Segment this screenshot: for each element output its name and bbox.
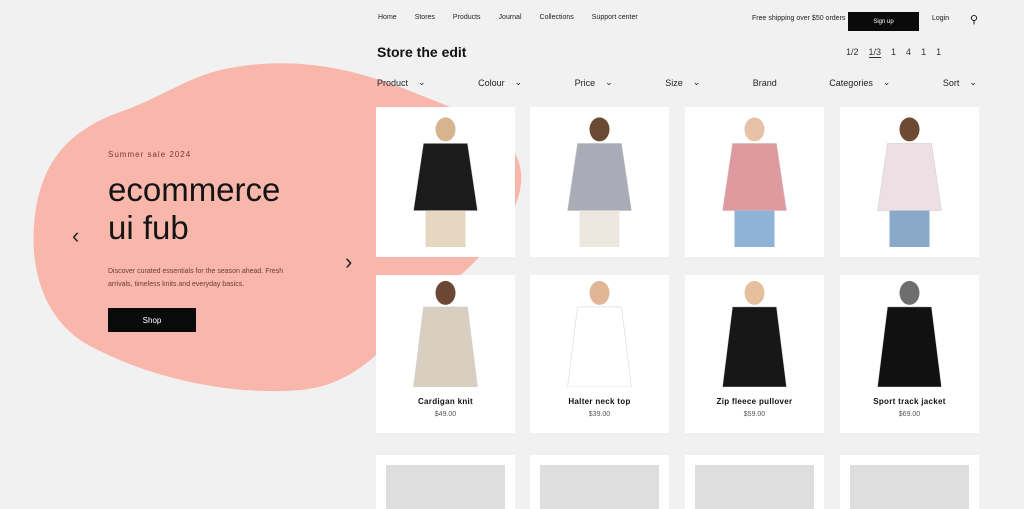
product-card[interactable]: [530, 455, 669, 509]
view-toolbar: 1/2 1/3 1 4 1 1: [846, 47, 941, 58]
product-card[interactable]: [376, 107, 515, 257]
chevron-down-icon: ⌄: [692, 77, 701, 87]
nav-link-journal[interactable]: Journal: [499, 14, 522, 21]
product-price: $49.00: [434, 411, 457, 418]
product-card[interactable]: [840, 107, 979, 257]
hero-title-line1: ecommerce: [108, 171, 281, 208]
nav-link-home[interactable]: Home: [378, 14, 397, 21]
product-price: $69.00: [898, 411, 921, 418]
product-image[interactable]: [695, 465, 814, 509]
product-image[interactable]: [376, 275, 515, 388]
nav-link-stores[interactable]: Stores: [415, 14, 435, 21]
shop-button[interactable]: Shop: [108, 308, 196, 332]
product-card[interactable]: [530, 107, 669, 257]
chevron-down-icon: ⌄: [605, 77, 613, 87]
product-card[interactable]: Cardigan knit $49.00: [376, 275, 515, 433]
hero-description: Discover curated essentials for the seas…: [108, 268, 284, 288]
product-image[interactable]: [840, 275, 979, 388]
login-link[interactable]: Login: [932, 15, 949, 22]
toolbar-item-2[interactable]: 1/3: [868, 47, 882, 58]
product-name[interactable]: Cardigan knit: [376, 397, 515, 406]
hero-title-line2: ui fub: [108, 209, 189, 246]
chevron-down-icon: ⌄: [882, 77, 891, 87]
product-card[interactable]: [840, 455, 979, 509]
filter-label: Price: [574, 77, 596, 88]
filter-categories[interactable]: Categories ⌄: [829, 77, 890, 88]
filter-sort[interactable]: Sort ⌄: [943, 77, 977, 88]
toolbar-item-1[interactable]: 1/2: [846, 47, 859, 58]
filter-label: Product: [377, 77, 409, 88]
product-card[interactable]: [685, 455, 824, 509]
product-name[interactable]: Sport track jacket: [840, 397, 979, 406]
filter-size[interactable]: Size ⌄: [665, 77, 700, 88]
product-image[interactable]: [530, 107, 669, 247]
product-card[interactable]: Sport track jacket $69.00: [840, 275, 979, 433]
chevron-down-icon: ⌄: [514, 77, 523, 87]
filter-product[interactable]: Product ⌄: [377, 77, 426, 88]
product-image[interactable]: [540, 465, 659, 509]
product-image[interactable]: [376, 107, 515, 247]
signup-button[interactable]: Sign up: [848, 12, 919, 31]
carousel-next-icon[interactable]: ›: [345, 251, 352, 273]
filter-brand[interactable]: Brand: [753, 77, 777, 88]
nav-link-products[interactable]: Products: [453, 14, 481, 21]
toolbar-item-3[interactable]: 1: [891, 47, 896, 58]
product-card[interactable]: [685, 107, 824, 257]
product-card[interactable]: Halter neck top $39.00: [530, 275, 669, 433]
top-nav: Home Stores Products Journal Collections…: [378, 14, 638, 21]
filter-label: Size: [665, 77, 683, 88]
carousel-prev-icon[interactable]: ‹: [72, 225, 79, 247]
filter-label: Brand: [752, 77, 777, 88]
filter-label: Sort: [942, 77, 960, 88]
product-price: $59.00: [743, 411, 766, 418]
product-image[interactable]: [685, 107, 824, 247]
filter-colour[interactable]: Colour ⌄: [478, 77, 522, 88]
product-price: $39.00: [588, 411, 611, 418]
product-card[interactable]: [376, 455, 515, 509]
nav-link-collections[interactable]: Collections: [540, 14, 574, 21]
product-image[interactable]: [685, 275, 824, 388]
filter-bar: Product ⌄ Colour ⌄ Price ⌄ Size ⌄ Brand Cate…: [377, 77, 977, 88]
hero-section: Summer sale 2024 ecommerce ui fub Discov…: [108, 150, 348, 332]
promo-text: Free shipping over $50 orders: [752, 15, 846, 22]
product-image[interactable]: [850, 465, 969, 509]
filter-price[interactable]: Price ⌄: [575, 77, 613, 88]
product-card[interactable]: Zip fleece pullover $59.00: [685, 275, 824, 433]
toolbar-item-5[interactable]: 1: [921, 47, 926, 58]
hero-kicker: Summer sale 2024: [108, 150, 192, 159]
product-name[interactable]: Halter neck top: [530, 397, 669, 406]
toolbar-item-6[interactable]: 1: [936, 47, 941, 58]
product-image[interactable]: [530, 275, 669, 388]
search-icon[interactable]: ⚲: [970, 13, 978, 26]
product-image[interactable]: [840, 107, 979, 247]
chevron-down-icon: ⌄: [969, 77, 977, 87]
product-image[interactable]: [386, 465, 505, 509]
chevron-down-icon: ⌄: [418, 77, 426, 87]
hero-title: ecommerce ui fub: [108, 171, 348, 247]
nav-link-support[interactable]: Support center: [592, 14, 638, 21]
toolbar-item-4[interactable]: 4: [906, 47, 911, 58]
filter-label: Colour: [478, 77, 505, 88]
section-title: Store the edit: [377, 44, 467, 60]
filter-label: Categories: [829, 77, 873, 88]
product-name[interactable]: Zip fleece pullover: [685, 397, 824, 406]
